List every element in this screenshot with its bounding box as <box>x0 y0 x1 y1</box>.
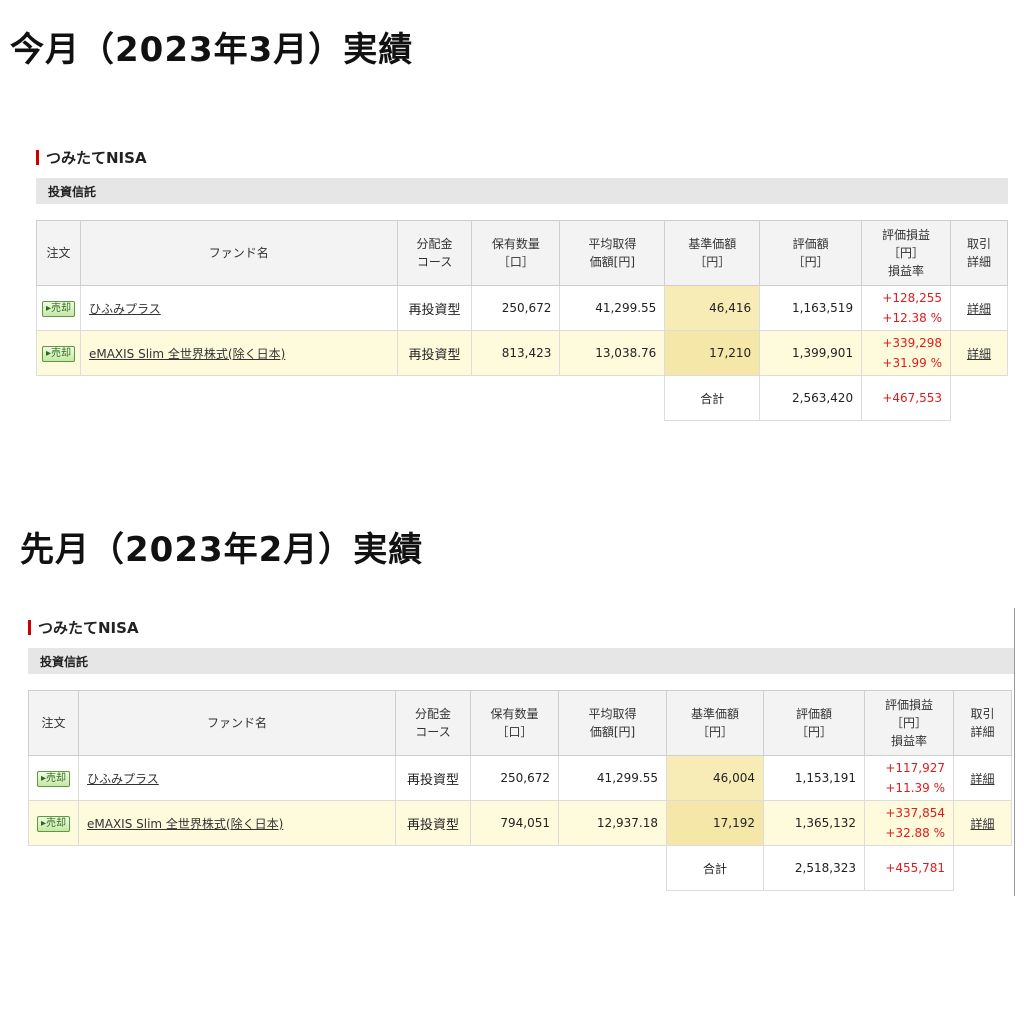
total-label: 合計 <box>666 845 764 891</box>
market-value: 1,365,132 <box>763 800 865 846</box>
nisa-section-previous: つみたてNISA 投資信託 注文 ファンド名 分配金 コース 保有数量 ［口］ 平均… <box>28 616 1014 891</box>
fund-link[interactable]: ひふみプラス <box>89 302 161 316</box>
total-value: 2,518,323 <box>763 845 865 891</box>
market-value: 1,153,191 <box>763 755 865 801</box>
header-qty: 保有数量 ［口］ <box>470 690 559 756</box>
header-value: 評価額 ［円］ <box>759 220 863 286</box>
holding-qty: 250,672 <box>470 755 559 801</box>
market-value: 1,399,901 <box>759 330 863 376</box>
table-row: ▸売却 eMAXIS Slim 全世界株式(除く日本) 再投資型 813,423… <box>36 330 1008 376</box>
header-order: 注文 <box>36 220 81 286</box>
detail-link[interactable]: 詳細 <box>967 347 991 361</box>
holdings-table: 注文 ファンド名 分配金 コース 保有数量 ［口］ 平均取得 価額[円] 基準価額 ［円… <box>36 220 1008 421</box>
profit-loss: +117,927 +11.39 % <box>864 755 954 801</box>
dist-course: 再投資型 <box>395 755 471 801</box>
header-fund: ファンド名 <box>79 220 398 286</box>
market-value: 1,163,519 <box>759 285 863 331</box>
header-price: 基準価額 ［円］ <box>666 690 764 756</box>
heading-accent-bar <box>28 619 31 635</box>
total-label: 合計 <box>664 375 761 421</box>
avg-cost: 41,299.55 <box>559 285 666 331</box>
header-trade: 取引 詳細 <box>953 690 1012 756</box>
total-pl: +467,553 <box>861 375 952 421</box>
avg-cost: 13,038.76 <box>559 330 666 376</box>
detail-link[interactable]: 詳細 <box>970 772 994 786</box>
base-price: 46,004 <box>666 755 764 801</box>
header-qty: 保有数量 ［口］ <box>471 220 561 286</box>
fund-link[interactable]: eMAXIS Slim 全世界株式(除く日本) <box>89 347 285 361</box>
table-row: ▸売却 ひふみプラス 再投資型 250,672 41,299.55 46,416… <box>36 285 1008 331</box>
sell-button[interactable]: ▸売却 <box>36 815 71 832</box>
detail-link[interactable]: 詳細 <box>970 817 994 831</box>
page-title-previous-month: 先月（2023年2月）実績 <box>20 530 424 570</box>
header-price: 基準価額 ［円］ <box>664 220 761 286</box>
base-price: 17,210 <box>664 330 761 376</box>
header-dist: 分配金 コース <box>395 690 471 756</box>
profit-loss: +128,255 +12.38 % <box>861 285 952 331</box>
holding-qty: 794,051 <box>470 800 559 846</box>
header-avg: 平均取得 価額[円] <box>558 690 667 756</box>
crop-edge-line <box>1014 608 1015 896</box>
table-row: ▸売却 eMAXIS Slim 全世界株式(除く日本) 再投資型 794,051… <box>28 800 1012 846</box>
table-header-row: 注文 ファンド名 分配金 コース 保有数量 ［口］ 平均取得 価額[円] 基準価額 ［円… <box>36 220 1008 286</box>
dist-course: 再投資型 <box>396 285 473 331</box>
category-band: 投資信託 <box>28 648 1014 674</box>
holding-qty: 813,423 <box>471 330 561 376</box>
sell-button[interactable]: ▸売却 <box>41 345 75 362</box>
fund-link[interactable]: ひふみプラス <box>87 772 159 786</box>
holding-qty: 250,672 <box>471 285 561 331</box>
profit-loss: +339,298 +31.99 % <box>861 330 952 376</box>
heading-accent-bar <box>36 149 39 165</box>
account-heading: つみたてNISA <box>36 146 1008 168</box>
total-row: 合計 2,518,323 +455,781 <box>29 845 1012 891</box>
profit-loss: +337,854 +32.88 % <box>864 800 954 846</box>
total-pl: +455,781 <box>864 845 954 891</box>
base-price: 46,416 <box>664 285 761 331</box>
fund-link[interactable]: eMAXIS Slim 全世界株式(除く日本) <box>87 817 283 831</box>
header-pl: 評価損益 ［円］ 損益率 <box>861 220 952 286</box>
dist-course: 再投資型 <box>396 330 473 376</box>
detail-link[interactable]: 詳細 <box>967 302 991 316</box>
header-dist: 分配金 コース <box>396 220 473 286</box>
account-heading: つみたてNISA <box>28 616 1014 638</box>
avg-cost: 12,937.18 <box>558 800 667 846</box>
header-trade: 取引 詳細 <box>950 220 1008 286</box>
total-value: 2,563,420 <box>759 375 863 421</box>
header-fund: ファンド名 <box>78 690 396 756</box>
sell-button[interactable]: ▸売却 <box>36 770 71 787</box>
header-avg: 平均取得 価額[円] <box>559 220 666 286</box>
holdings-table: 注文 ファンド名 分配金 コース 保有数量 ［口］ 平均取得 価額[円] 基準価額 ［円… <box>28 690 1012 891</box>
header-pl: 評価損益 ［円］ 損益率 <box>864 690 954 756</box>
table-row: ▸売却 ひふみプラス 再投資型 250,672 41,299.55 46,004… <box>28 755 1012 801</box>
category-band: 投資信託 <box>36 178 1008 204</box>
base-price: 17,192 <box>666 800 764 846</box>
header-value: 評価額 ［円］ <box>763 690 865 756</box>
nisa-section-current: つみたてNISA 投資信託 注文 ファンド名 分配金 コース 保有数量 ［口］ 平均… <box>36 146 1008 421</box>
sell-button[interactable]: ▸売却 <box>41 300 75 317</box>
total-row: 合計 2,563,420 +467,553 <box>37 375 1008 421</box>
table-header-row: 注文 ファンド名 分配金 コース 保有数量 ［口］ 平均取得 価額[円] 基準価額 ［円… <box>28 690 1012 756</box>
avg-cost: 41,299.55 <box>558 755 667 801</box>
header-order: 注文 <box>28 690 79 756</box>
page-title-current-month: 今月（2023年3月）実績 <box>10 30 414 70</box>
dist-course: 再投資型 <box>395 800 471 846</box>
